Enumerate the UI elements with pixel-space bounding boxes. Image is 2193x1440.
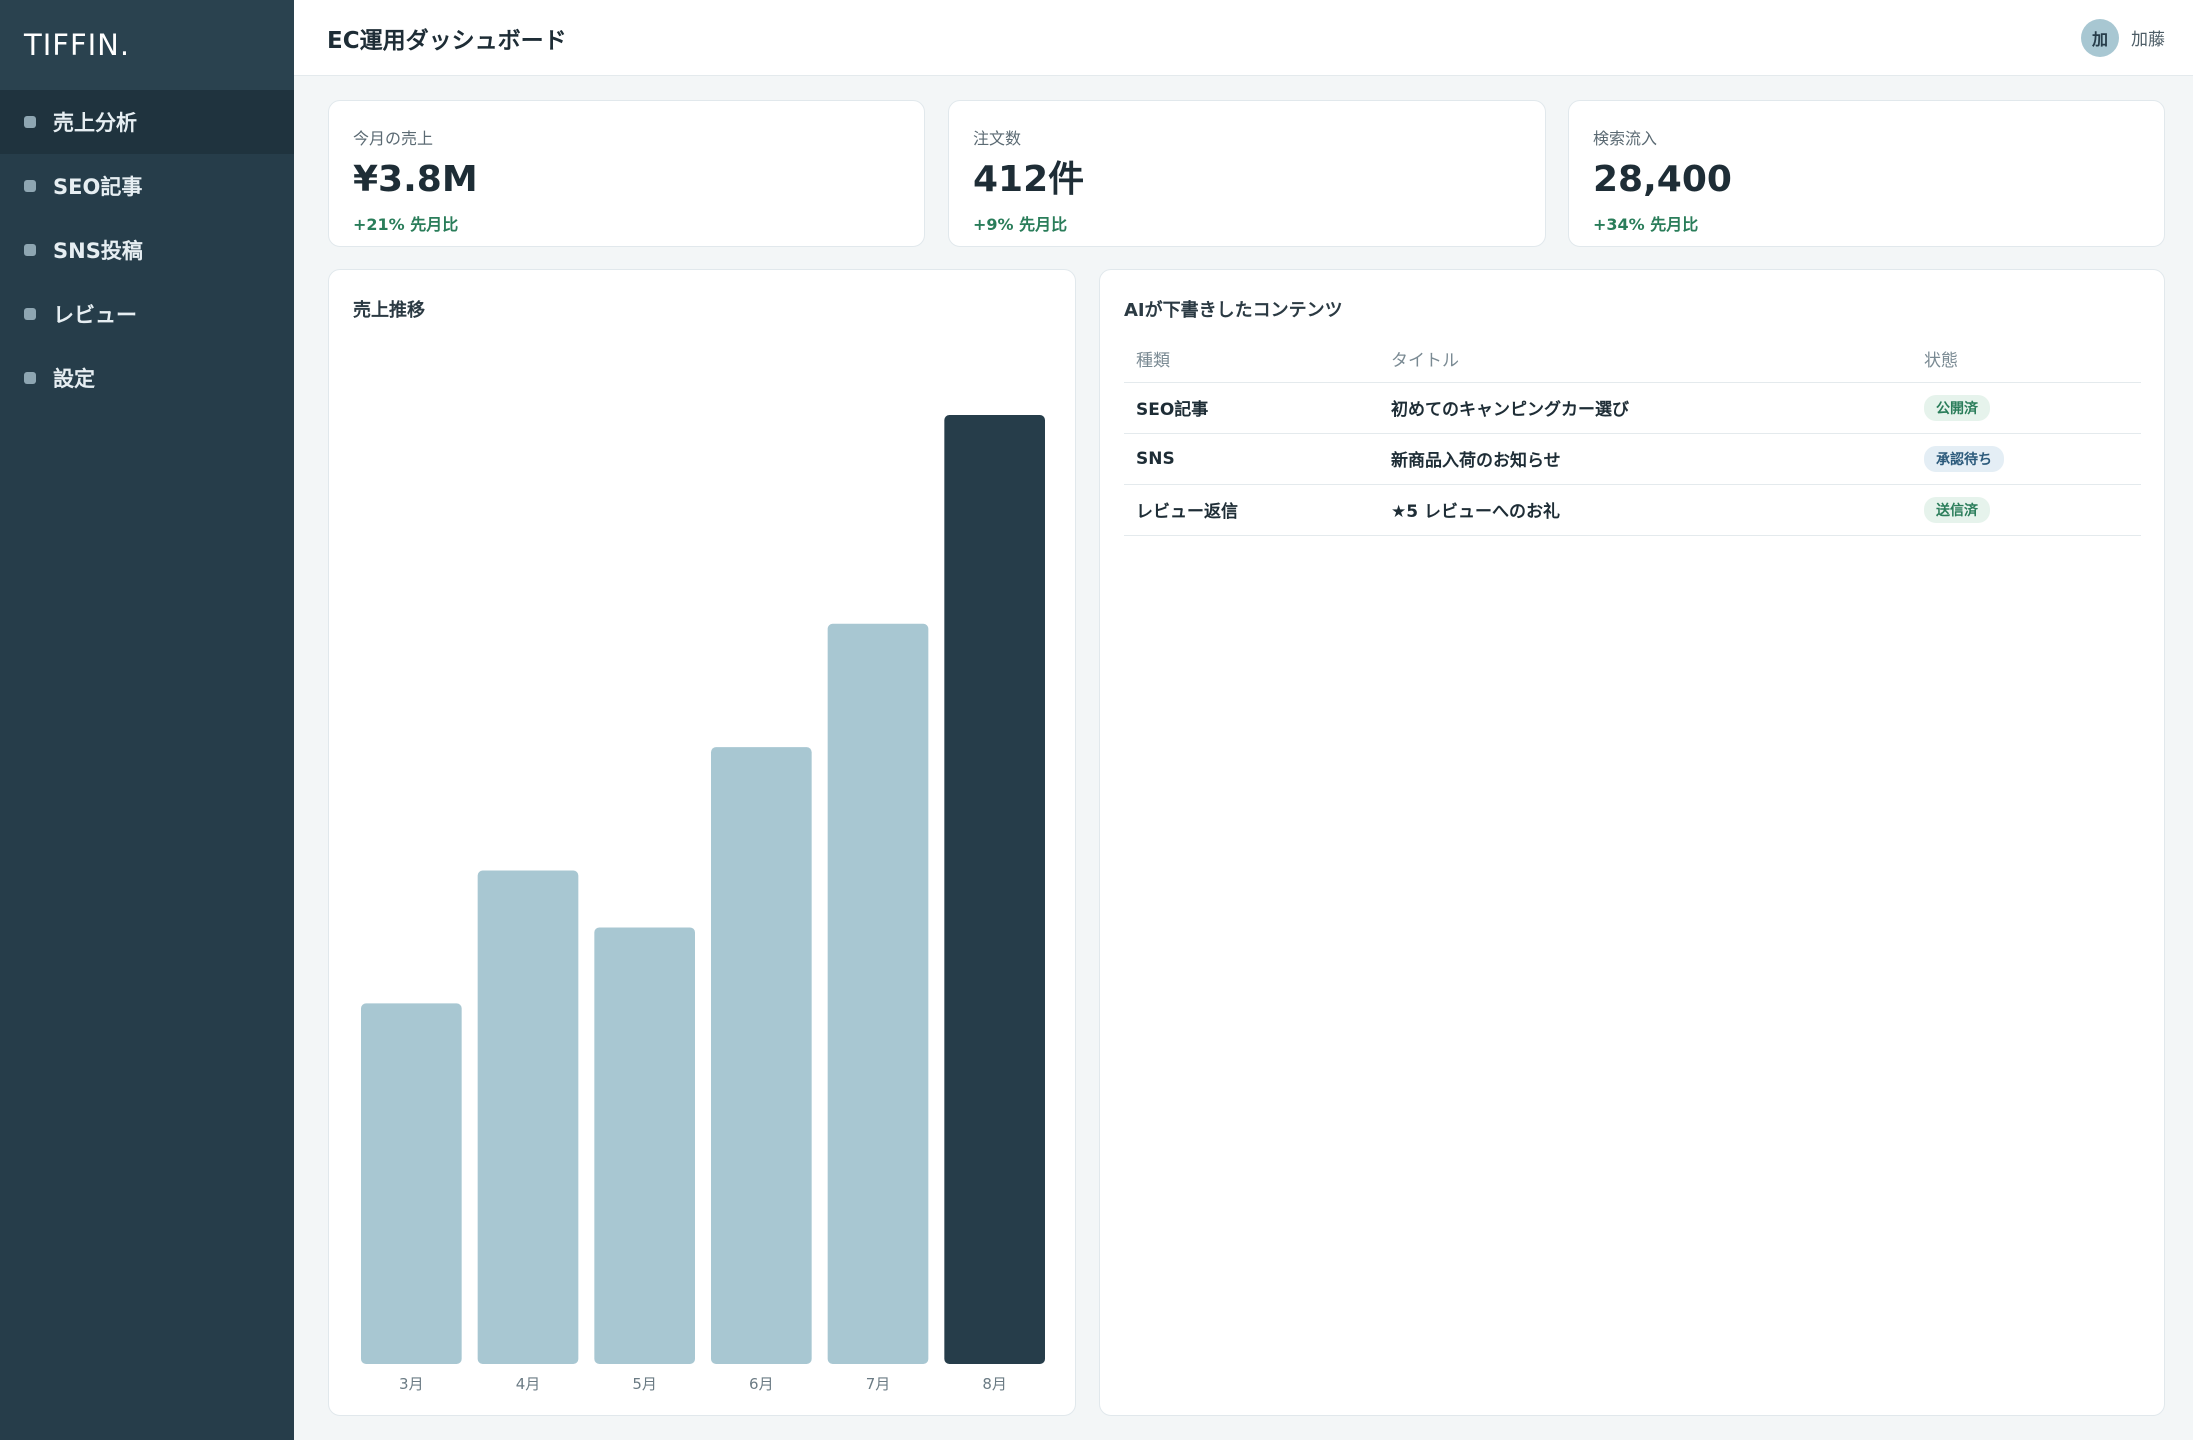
cell-status: 公開済 (1912, 382, 2141, 434)
bar-4月 (477, 870, 579, 1364)
x-tick-label: 8月 (982, 1375, 1007, 1393)
kpi-value: 28,400 (1593, 159, 1732, 200)
avatar[interactable]: 加 (2081, 18, 2119, 57)
cell-status: 送信済 (1912, 484, 2141, 536)
sidebar-item-sales-analysis[interactable]: 売上分析 (0, 90, 294, 154)
status-badge: 公開済 (1924, 394, 1990, 421)
table-row[interactable]: レビュー返信 ★5 レビューへのお礼 送信済 (1124, 484, 2141, 536)
sidebar-item-label: SNS投稿 (53, 239, 143, 263)
sidebar-nav: 売上分析 SEO記事 SNS投稿 レビュー 設定 (0, 90, 294, 410)
content-table: 種類 タイトル 状態 SEO記事 初めてのキャンピングカー選び 公開済 SNS … (1124, 336, 2141, 536)
sidebar-item-seo-articles[interactable]: SEO記事 (0, 154, 294, 218)
cell-status: 承認待ち (1912, 433, 2141, 485)
top-bar: EC運用ダッシュボード 加 加藤 (294, 0, 2193, 76)
kpi-card-orders: 注文数 412件 +9% 先月比 (948, 100, 1546, 247)
x-tick-label: 5月 (632, 1375, 657, 1393)
bullet-icon (24, 180, 36, 192)
kpi-label: 注文数 (973, 129, 1022, 148)
bar-3月 (361, 1003, 462, 1364)
user-menu[interactable]: 加 加藤 (2081, 18, 2165, 57)
sales-trend-panel: 売上推移 3月 4月 5月 6月 7月 8月 (328, 269, 1076, 1416)
status-badge: 承認待ち (1924, 445, 2004, 472)
sidebar-item-reviews[interactable]: レビュー (0, 282, 294, 346)
x-tick-label: 6月 (749, 1375, 774, 1393)
sidebar-item-sns-posts[interactable]: SNS投稿 (0, 218, 294, 282)
table-row[interactable]: SEO記事 初めてのキャンピングカー選び 公開済 (1124, 382, 2141, 434)
sidebar: TIFFIN. 売上分析 SEO記事 SNS投稿 レビュー 設定 (0, 0, 294, 1440)
kpi-card-search-traffic: 検索流入 28,400 +34% 先月比 (1568, 100, 2165, 247)
bullet-icon (24, 372, 36, 384)
bar-6月 (711, 747, 812, 1364)
kpi-value: ¥3.8M (353, 159, 478, 200)
bullet-icon (24, 116, 36, 128)
kpi-change: +21% 先月比 (353, 215, 459, 234)
cell-type: レビュー返信 (1124, 484, 1379, 536)
cell-title: 初めてのキャンピングカー選び (1379, 382, 1912, 434)
page-title: EC運用ダッシュボード (327, 27, 567, 54)
kpi-value: 412件 (973, 159, 1085, 200)
sidebar-item-label: レビュー (53, 303, 137, 327)
cell-type: SNS (1124, 433, 1379, 485)
bar-5月 (594, 927, 695, 1364)
sidebar-item-label: 売上分析 (53, 111, 137, 135)
bullet-icon (24, 244, 36, 256)
ai-content-panel: AIが下書きしたコンテンツ 種類 タイトル 状態 SEO記事 初めてのキャンピン… (1099, 269, 2165, 1416)
cell-title: 新商品入荷のお知らせ (1379, 433, 1912, 485)
kpi-card-sales: 今月の売上 ¥3.8M +21% 先月比 (328, 100, 925, 247)
sidebar-item-label: SEO記事 (53, 175, 143, 199)
kpi-label: 今月の売上 (353, 129, 434, 148)
x-tick-label: 7月 (866, 1375, 891, 1393)
x-tick-label: 4月 (516, 1375, 541, 1393)
column-header-type: 種類 (1124, 336, 1379, 383)
column-header-status: 状態 (1912, 336, 2141, 383)
app-logo: TIFFIN. (0, 0, 294, 90)
sidebar-item-settings[interactable]: 設定 (0, 346, 294, 410)
x-tick-label: 3月 (399, 1375, 424, 1393)
bullet-icon (24, 308, 36, 320)
cell-title: ★5 レビューへのお礼 (1379, 484, 1912, 536)
cell-type: SEO記事 (1124, 382, 1379, 434)
kpi-label: 検索流入 (1593, 129, 1658, 148)
table-header-row: 種類 タイトル 状態 (1124, 336, 2141, 383)
status-badge: 送信済 (1924, 496, 1990, 523)
panel-title: AIが下書きしたコンテンツ (1124, 300, 1343, 321)
bar-8月 (944, 415, 1045, 1364)
table-row[interactable]: SNS 新商品入荷のお知らせ 承認待ち (1124, 433, 2141, 485)
kpi-change: +9% 先月比 (973, 215, 1068, 234)
kpi-change: +34% 先月比 (1593, 215, 1699, 234)
sales-bar-chart: 3月 4月 5月 6月 7月 8月 (361, 415, 1045, 1393)
column-header-title: タイトル (1379, 336, 1912, 383)
sidebar-item-label: 設定 (53, 367, 95, 391)
bar-7月 (827, 623, 929, 1364)
user-name: 加藤 (2131, 30, 2165, 50)
